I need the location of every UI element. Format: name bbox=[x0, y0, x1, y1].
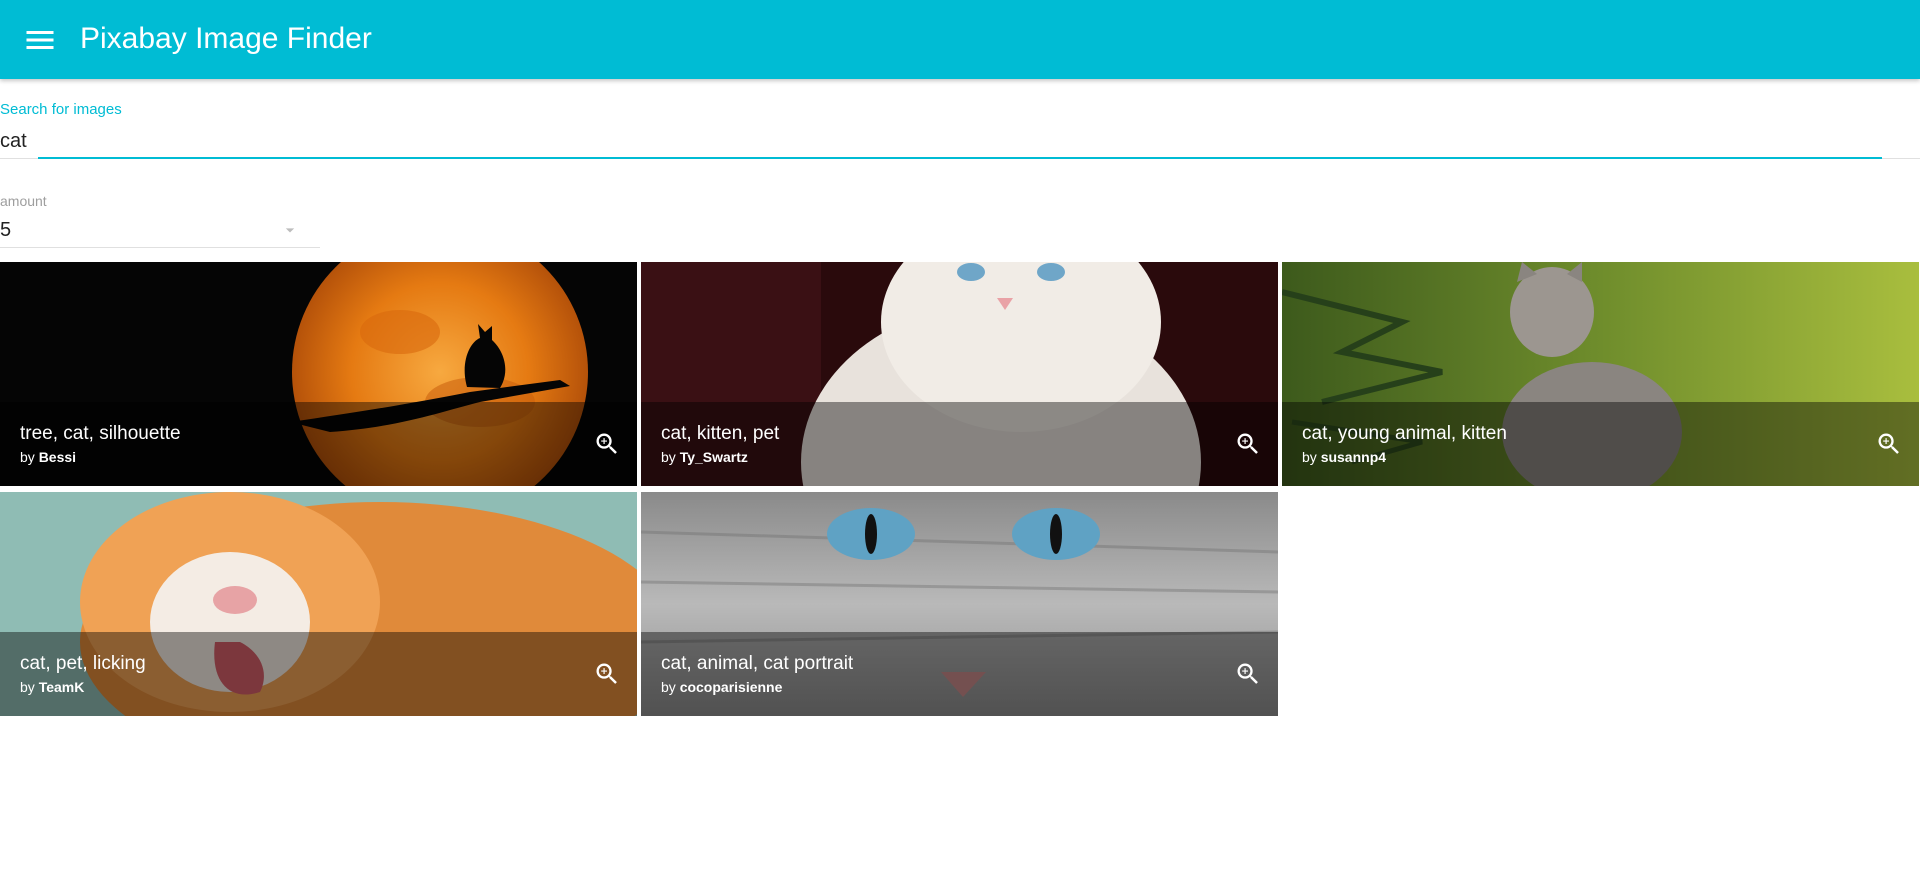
image-author: by Bessi bbox=[20, 449, 77, 465]
zoom-button[interactable] bbox=[1234, 430, 1262, 458]
amount-label: amount bbox=[0, 193, 47, 209]
image-caption-bar: tree, cat, silhouette by Bessi bbox=[0, 402, 637, 486]
search-input[interactable] bbox=[0, 128, 1880, 154]
image-tags: cat, young animal, kitten bbox=[1302, 423, 1507, 444]
search-label: Search for images bbox=[0, 101, 122, 118]
amount-select[interactable]: 5 bbox=[0, 214, 320, 248]
app-bar: Pixabay Image Finder bbox=[0, 0, 1920, 79]
search-focus-underline bbox=[38, 157, 1882, 159]
image-author: by Ty_Swartz bbox=[661, 449, 748, 465]
image-tags: tree, cat, silhouette bbox=[20, 423, 181, 444]
image-tile[interactable]: cat, animal, cat portrait by cocoparisie… bbox=[641, 492, 1278, 716]
amount-value: 5 bbox=[0, 219, 12, 241]
image-tile[interactable]: tree, cat, silhouette by Bessi bbox=[0, 262, 637, 486]
image-grid: tree, cat, silhouette by Bessi cat, kitt… bbox=[0, 262, 1920, 718]
image-caption-bar: cat, pet, licking by TeamK bbox=[0, 632, 637, 716]
zoom-button[interactable] bbox=[1875, 430, 1903, 458]
image-tags: cat, animal, cat portrait bbox=[661, 653, 854, 674]
zoom-in-icon bbox=[593, 430, 621, 458]
amount-underline bbox=[0, 247, 320, 248]
image-author: by cocoparisienne bbox=[661, 679, 783, 695]
image-tags: cat, pet, licking bbox=[20, 653, 146, 674]
zoom-button[interactable] bbox=[593, 430, 621, 458]
menu-button[interactable] bbox=[22, 22, 58, 58]
image-author: by susannp4 bbox=[1302, 449, 1387, 465]
image-tile[interactable]: cat, pet, licking by TeamK bbox=[0, 492, 637, 716]
app-title: Pixabay Image Finder bbox=[80, 22, 372, 55]
image-tile[interactable]: cat, kitten, pet by Ty_Swartz bbox=[641, 262, 1278, 486]
zoom-in-icon bbox=[1234, 660, 1262, 688]
image-author: by TeamK bbox=[20, 679, 85, 695]
image-caption-bar: cat, animal, cat portrait by cocoparisie… bbox=[641, 632, 1278, 716]
image-tile[interactable]: cat, young animal, kitten by susannp4 bbox=[1282, 262, 1919, 486]
zoom-button[interactable] bbox=[593, 660, 621, 688]
zoom-button[interactable] bbox=[1234, 660, 1262, 688]
image-tags: cat, kitten, pet bbox=[661, 423, 780, 444]
dropdown-arrow-icon bbox=[280, 220, 300, 240]
image-caption-bar: cat, kitten, pet by Ty_Swartz bbox=[641, 402, 1278, 486]
zoom-in-icon bbox=[1234, 430, 1262, 458]
zoom-in-icon bbox=[593, 660, 621, 688]
image-caption-bar: cat, young animal, kitten by susannp4 bbox=[1282, 402, 1919, 486]
zoom-in-icon bbox=[1875, 430, 1903, 458]
menu-icon bbox=[22, 22, 58, 58]
